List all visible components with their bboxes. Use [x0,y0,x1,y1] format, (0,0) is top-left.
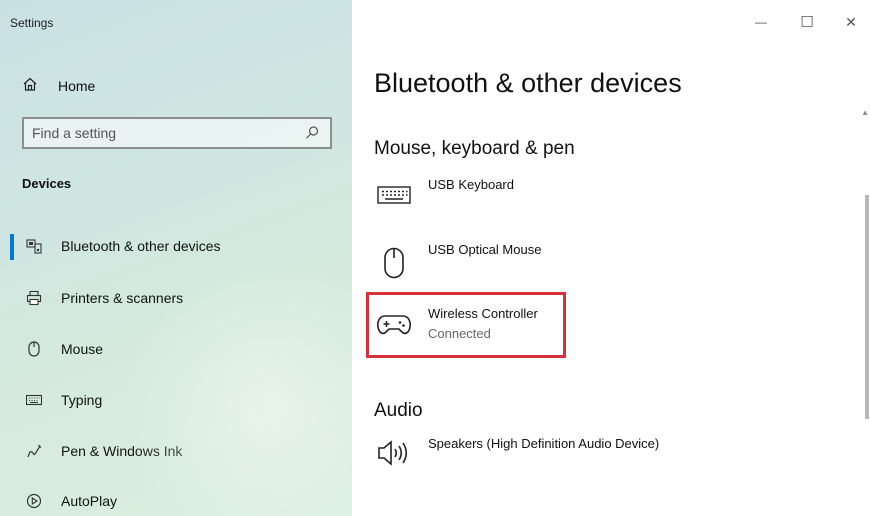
sidebar-item-home[interactable]: Home [22,76,95,96]
sidebar-item-label: Bluetooth & other devices [61,238,221,254]
search-icon[interactable] [304,125,320,146]
printer-icon [24,289,44,307]
sidebar-item-printers[interactable]: Printers & scanners [0,280,352,316]
maximize-button[interactable]: ☐ [792,10,822,34]
selection-indicator [10,234,14,260]
scroll-up-icon[interactable]: ▲ [861,108,869,117]
home-label: Home [58,78,96,94]
highlight-box [366,292,566,358]
sidebar-item-pen[interactable]: Pen & Windows Ink [0,433,352,469]
minimize-button[interactable]: — [746,10,776,34]
sidebar-item-label: Mouse [61,341,104,357]
group-title-audio: Audio [374,400,423,421]
keyboard-icon [24,391,44,409]
sidebar-item-label: Printers & scanners [61,290,184,306]
group-title-input-devices: Mouse, keyboard & pen [374,138,575,159]
search-input[interactable] [32,125,292,141]
home-icon [22,76,38,97]
keyboard-icon [374,177,414,211]
sidebar-item-autoplay[interactable]: AutoPlay [0,483,352,516]
bluetooth-devices-icon [24,237,44,255]
mouse-icon [24,340,44,358]
close-button[interactable]: ✕ [836,10,866,34]
device-name: USB Optical Mouse [428,242,542,257]
maximize-icon: ☐ [800,14,814,31]
app-title: Settings [10,16,54,30]
autoplay-icon [24,492,44,510]
sidebar-item-label: AutoPlay [61,493,118,509]
sidebar-item-mouse[interactable]: Mouse [0,331,352,367]
page-title: Bluetooth & other devices [374,68,682,98]
sidebar-item-label: Pen & Windows Ink [61,443,183,459]
search-box[interactable] [22,117,332,149]
minimize-icon: — [755,15,767,29]
sidebar-item-bluetooth[interactable]: Bluetooth & other devices [0,228,352,264]
device-name: Speakers (High Definition Audio Device) [428,436,660,451]
speaker-icon [374,436,414,470]
mouse-icon [374,246,414,280]
close-icon: ✕ [845,13,857,30]
device-name: USB Keyboard [428,177,514,192]
sidebar-item-typing[interactable]: Typing [0,382,352,418]
pen-icon [24,442,44,460]
scrollbar-thumb[interactable] [865,195,869,419]
sidebar: Settings Home Devices Bluetooth & other … [0,0,352,516]
main-content: — ☐ ✕ Bluetooth & other devices Mouse, k… [352,0,870,516]
sidebar-item-label: Typing [61,392,103,408]
section-devices: Devices [22,176,72,191]
